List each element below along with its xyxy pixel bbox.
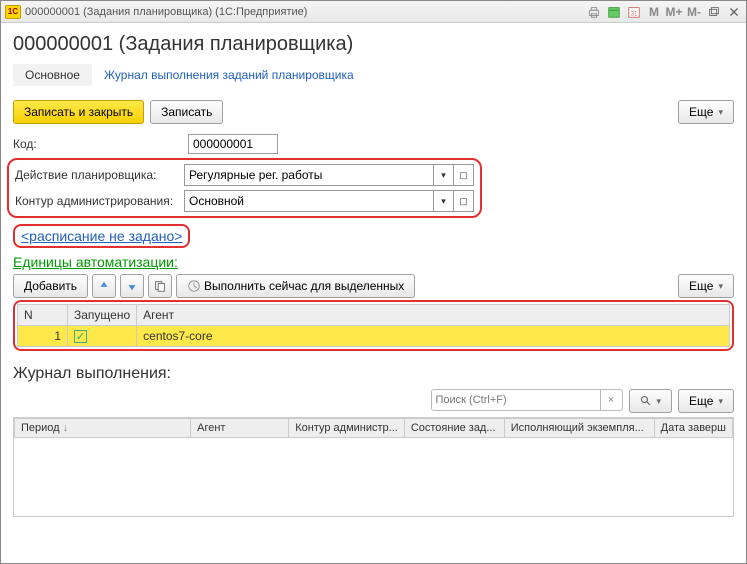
print-icon[interactable]: [586, 4, 602, 20]
journal-section-title: Журнал выполнения:: [13, 365, 734, 383]
save-close-button[interactable]: Записать и закрыть: [13, 100, 144, 124]
jcol-period[interactable]: Период: [15, 419, 191, 438]
tab-main[interactable]: Основное: [13, 64, 92, 86]
code-label: Код:: [13, 137, 188, 151]
move-down-icon[interactable]: [120, 274, 144, 298]
units-grid-highlight: N Запущено Агент 1 ✓ centos7-core: [13, 300, 734, 351]
schedule-link[interactable]: <расписание не задано>: [13, 224, 190, 248]
action-label: Действие планировщика:: [15, 168, 184, 182]
units-table[interactable]: N Запущено Агент 1 ✓ centos7-core: [17, 304, 730, 347]
save-button[interactable]: Записать: [150, 100, 223, 124]
code-input[interactable]: [188, 134, 278, 154]
action-dropdown-icon[interactable]: ▾: [434, 164, 454, 186]
jcol-state[interactable]: Состояние зад...: [404, 419, 504, 438]
app-logo: 1С: [5, 5, 21, 19]
col-agent[interactable]: Агент: [137, 305, 730, 326]
page-title: 000000001 (Задания планировщика): [13, 33, 734, 56]
memory-mminus-button[interactable]: M-: [686, 4, 702, 20]
run-now-label: Выполнить сейчас для выделенных: [204, 279, 404, 293]
jcol-end[interactable]: Дата заверш: [654, 419, 732, 438]
units-section-title: Единицы автоматизации:: [13, 254, 734, 270]
units-more-button[interactable]: Еще: [678, 274, 734, 298]
calendar-green-icon[interactable]: [606, 4, 622, 20]
memory-mplus-button[interactable]: M+: [666, 4, 682, 20]
window-title: 000000001 (Задания планировщика) (1С:Пре…: [25, 6, 586, 18]
memory-m-button[interactable]: M: [646, 4, 662, 20]
journal-more-button[interactable]: Еще: [678, 389, 734, 413]
cell-agent: centos7-core: [137, 326, 730, 347]
copy-icon[interactable]: [148, 274, 172, 298]
action-input[interactable]: [184, 164, 434, 186]
col-started[interactable]: Запущено: [68, 305, 137, 326]
search-find-button[interactable]: [629, 389, 673, 413]
action-open-icon[interactable]: ▢: [454, 164, 474, 186]
contour-open-icon[interactable]: ▢: [454, 190, 474, 212]
jcol-executor[interactable]: Исполняющий экземпля...: [504, 419, 654, 438]
contour-dropdown-icon[interactable]: ▾: [434, 190, 454, 212]
run-now-button[interactable]: Выполнить сейчас для выделенных: [176, 274, 415, 298]
tab-journal-link[interactable]: Журнал выполнения заданий планировщика: [92, 64, 366, 86]
checkbox-checked-icon[interactable]: ✓: [74, 330, 87, 343]
jcol-contour[interactable]: Контур администр...: [289, 419, 405, 438]
cell-n: 1: [18, 326, 68, 347]
contour-input[interactable]: [184, 190, 434, 212]
move-up-icon[interactable]: [92, 274, 116, 298]
more-button[interactable]: Еще: [678, 100, 734, 124]
cell-started[interactable]: ✓: [68, 326, 137, 347]
add-button[interactable]: Добавить: [13, 274, 88, 298]
search-clear-icon[interactable]: ×: [601, 389, 623, 411]
table-row[interactable]: 1 ✓ centos7-core: [18, 326, 730, 347]
highlighted-fields-box: Действие планировщика: ▾ ▢ Контур админи…: [7, 158, 482, 218]
calendar-date-icon[interactable]: 31: [626, 4, 642, 20]
search-input[interactable]: [431, 389, 601, 411]
svg-text:31: 31: [631, 10, 638, 17]
window-restore-icon[interactable]: [706, 4, 722, 20]
journal-table[interactable]: Период Агент Контур администр... Состоян…: [13, 417, 734, 517]
close-icon[interactable]: [726, 4, 742, 20]
contour-label: Контур администрирования:: [15, 194, 184, 208]
col-n[interactable]: N: [18, 305, 68, 326]
jcol-agent[interactable]: Агент: [191, 419, 289, 438]
